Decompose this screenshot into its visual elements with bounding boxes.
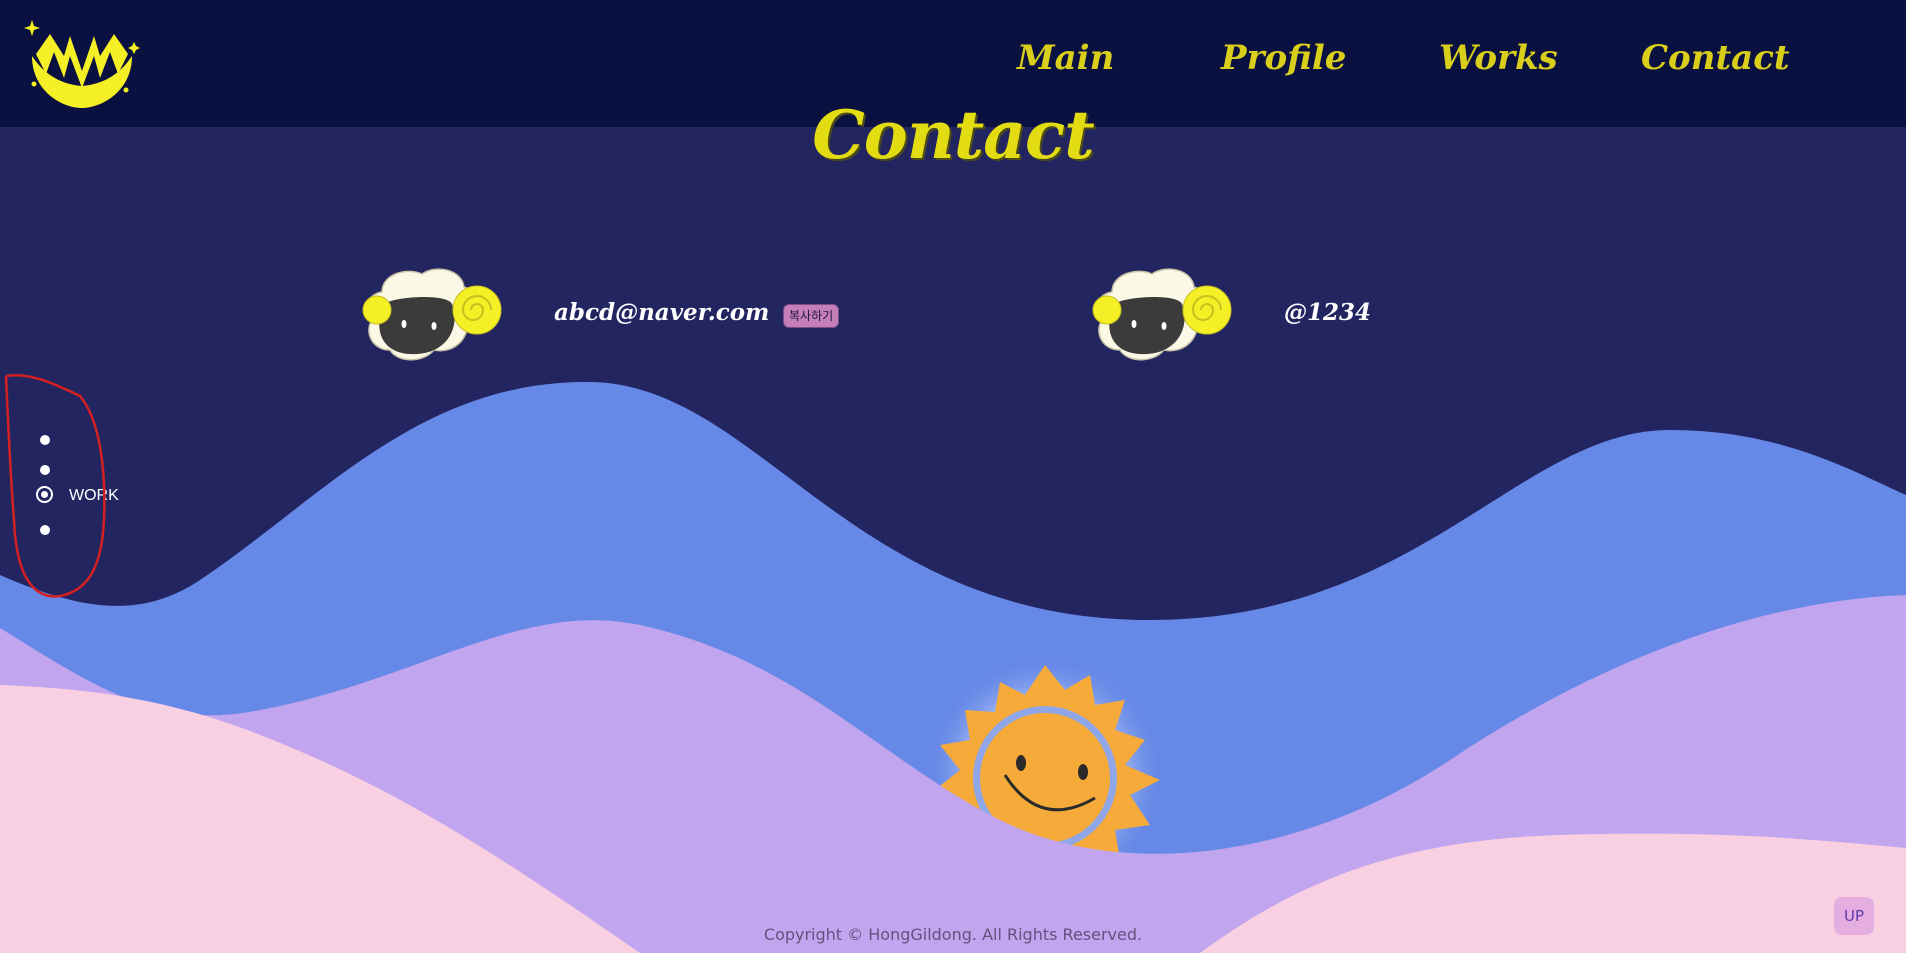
nav-main[interactable]: Main [1017,38,1114,78]
section-dot-4[interactable] [40,525,50,535]
nav-works[interactable]: Works [1439,38,1558,78]
section-label: WORK [69,487,119,504]
copyright-text: Copyright © HongGildong. All Rights Rese… [763,925,1143,944]
sheep-icon [362,268,502,361]
section-dot-1[interactable] [40,435,50,445]
copy-button[interactable]: 복사하기 [783,304,840,328]
contact-email[interactable]: abcd@naver.com [554,299,769,326]
nav-contact[interactable]: Contact [1641,38,1790,78]
section-dot-active[interactable] [36,486,53,503]
nav-profile[interactable]: Profile [1221,38,1346,78]
contact-list: abcd@naver.com @1234 [0,262,1906,372]
section-dot-2[interactable] [40,465,50,475]
page-title: Contact [812,96,1094,174]
sheep-icon [1092,268,1232,361]
main-nav: Main Profile Works Contact [0,38,1906,88]
scroll-up-button[interactable]: UP [1834,897,1874,935]
contact-handle[interactable]: @1234 [1284,299,1371,326]
